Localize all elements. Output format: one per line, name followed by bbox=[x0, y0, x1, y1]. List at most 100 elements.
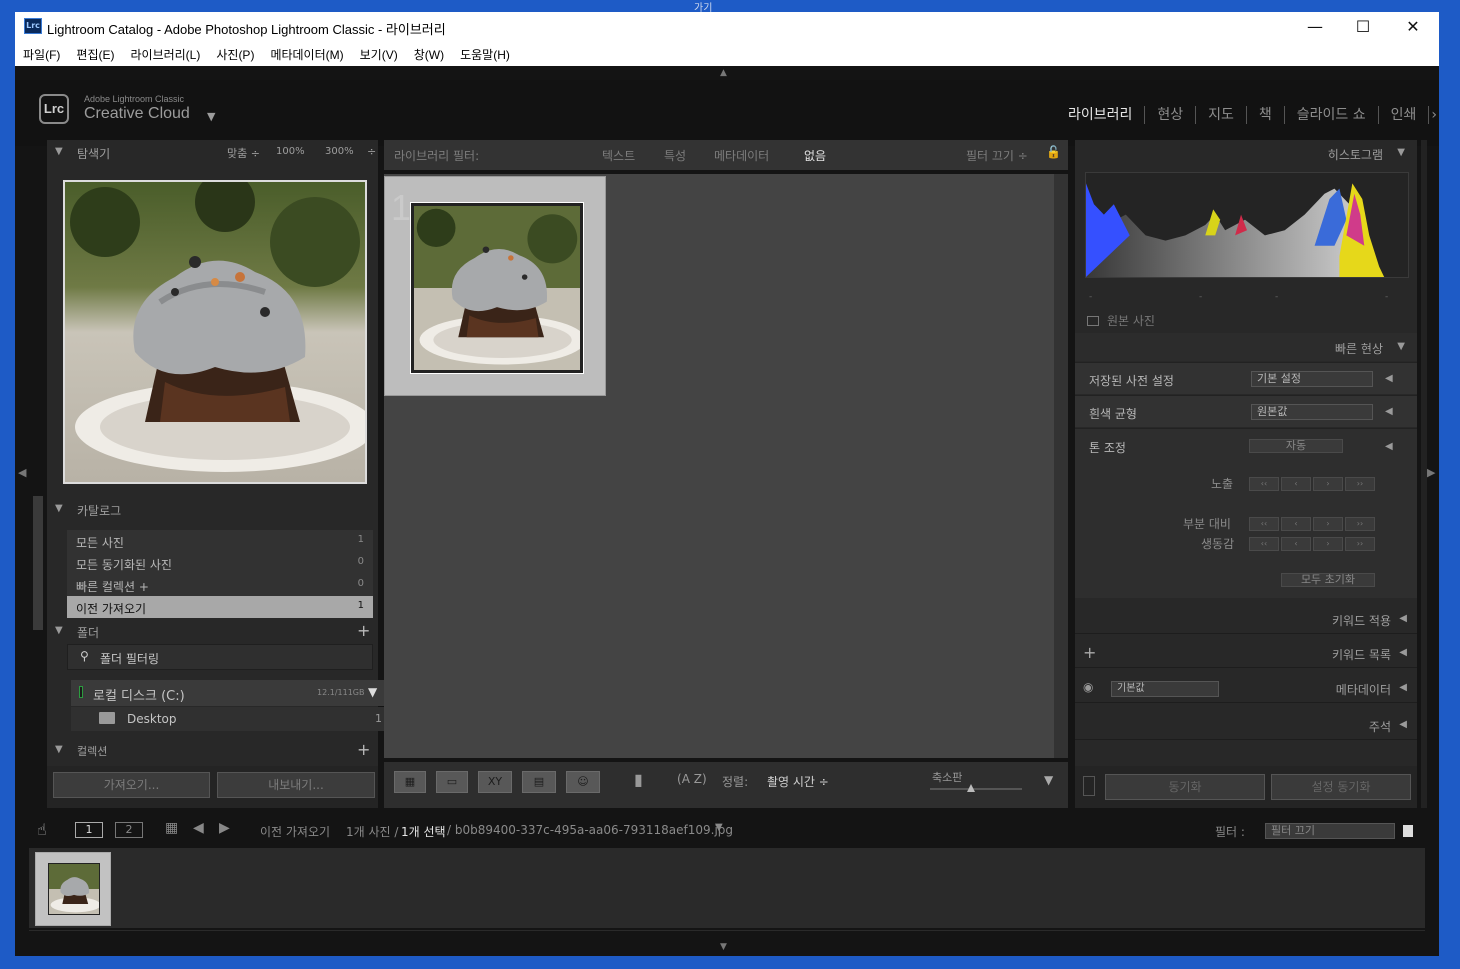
left-panel-toggle-icon[interactable]: ◀ bbox=[18, 466, 26, 479]
sort-select[interactable]: 촬영 시간 ÷ bbox=[767, 773, 829, 790]
toolbar-menu-icon[interactable]: ▼ bbox=[1044, 773, 1053, 787]
exposure-step-big-down[interactable]: ‹‹ bbox=[1249, 477, 1279, 491]
original-photo-checkbox[interactable] bbox=[1087, 316, 1099, 326]
bottom-panel-toggle-icon[interactable]: ▼ bbox=[720, 942, 727, 952]
grid-thumbnail-image[interactable] bbox=[410, 202, 584, 374]
add-keyword-button[interactable]: + bbox=[1083, 643, 1096, 662]
spray-can-icon[interactable]: ▮ bbox=[634, 770, 643, 789]
people-view-icon[interactable]: ☺ bbox=[566, 771, 600, 793]
clarity-step-big-up[interactable]: ›› bbox=[1345, 517, 1375, 531]
minimize-button[interactable]: — bbox=[1291, 12, 1339, 42]
export-button[interactable]: 내보내기... bbox=[217, 772, 375, 798]
filmstrip-cell[interactable] bbox=[35, 852, 111, 926]
vibrance-step-big-up[interactable]: ›› bbox=[1345, 537, 1375, 551]
module-print[interactable]: 인쇄 bbox=[1379, 106, 1430, 124]
close-button[interactable]: ✕ bbox=[1389, 12, 1437, 42]
volume-menu-icon[interactable]: ▼ bbox=[368, 685, 377, 699]
filter-lock-icon[interactable] bbox=[1403, 825, 1413, 837]
white-balance-select[interactable]: 원본값 bbox=[1251, 404, 1373, 420]
left-scrollbar[interactable] bbox=[33, 496, 43, 630]
add-folder-button[interactable]: + bbox=[357, 621, 370, 640]
catalog-header[interactable]: ▼ 카탈로그 bbox=[47, 498, 378, 522]
sync-button[interactable]: 동기화 bbox=[1105, 774, 1265, 800]
import-button[interactable]: 가져오기... bbox=[53, 772, 210, 798]
catalog-row-synced[interactable]: 모든 동기화된 사진 0 bbox=[67, 552, 373, 574]
exposure-step-up[interactable]: › bbox=[1313, 477, 1343, 491]
collapse-triangle-icon[interactable]: ▼ bbox=[55, 744, 63, 755]
filter-metadata-tab[interactable]: 메타데이터 bbox=[714, 147, 769, 164]
thumbnail-size-slider-handle[interactable] bbox=[967, 784, 975, 792]
filmstrip-thumbnail-image[interactable] bbox=[48, 863, 100, 915]
navigator-header[interactable]: ▼ 탐색기 맞춤 ÷ 100% 300% ÷ bbox=[47, 140, 378, 166]
expand-left-icon[interactable]: ◀ bbox=[1399, 719, 1407, 730]
filmstrip-filter-select[interactable]: 필터 끄기 bbox=[1265, 823, 1395, 839]
catalog-row-previous-import[interactable]: 이전 가져오기 1 bbox=[67, 596, 373, 618]
module-develop[interactable]: 현상 bbox=[1145, 106, 1197, 124]
grid-icon[interactable]: ▦ bbox=[165, 820, 178, 836]
sync-settings-button[interactable]: 설정 동기화 bbox=[1271, 774, 1411, 800]
navigator-zoom-stepper[interactable]: ÷ bbox=[367, 145, 376, 158]
module-slideshow[interactable]: 슬라이드 쇼 bbox=[1285, 106, 1379, 124]
auto-sync-toggle[interactable] bbox=[1083, 776, 1095, 796]
collections-header[interactable]: ▼ 컬렉션 + bbox=[47, 740, 378, 760]
vibrance-step-big-down[interactable]: ‹‹ bbox=[1249, 537, 1279, 551]
collapse-triangle-icon[interactable]: ▼ bbox=[55, 625, 63, 636]
menu-view[interactable]: 보기(V) bbox=[352, 42, 406, 63]
collapse-triangle-icon[interactable]: ▼ bbox=[55, 146, 63, 157]
eye-icon[interactable]: ◉ bbox=[1083, 680, 1093, 694]
secondary-window-button[interactable]: 2 bbox=[115, 822, 143, 838]
grid-scrollbar[interactable] bbox=[1054, 174, 1068, 758]
loupe-view-icon[interactable]: ▭ bbox=[436, 771, 468, 793]
collapse-triangle-icon[interactable]: ▼ bbox=[55, 503, 63, 514]
right-scrollbar[interactable] bbox=[1421, 140, 1427, 808]
menu-edit[interactable]: 편집(E) bbox=[68, 42, 122, 63]
right-panel-toggle-icon[interactable]: ▶ bbox=[1427, 466, 1435, 479]
menu-photo[interactable]: 사진(P) bbox=[208, 42, 262, 63]
compare-view-icon[interactable]: XY bbox=[478, 771, 512, 793]
expand-left-icon[interactable]: ◀ bbox=[1399, 613, 1407, 624]
exposure-step-down[interactable]: ‹ bbox=[1281, 477, 1311, 491]
filter-none-tab[interactable]: 없음 bbox=[804, 147, 826, 164]
maximize-button[interactable]: ☐ bbox=[1339, 12, 1387, 42]
thumbnail-size-slider[interactable] bbox=[930, 788, 1022, 790]
expand-left-icon[interactable]: ◀ bbox=[1399, 682, 1407, 693]
keyword-list-header[interactable]: + 키워드 목록 ◀ bbox=[1075, 640, 1417, 668]
filter-attribute-tab[interactable]: 특성 bbox=[664, 147, 686, 164]
keywording-header[interactable]: 키워드 적용 ◀ bbox=[1075, 606, 1417, 634]
filter-text-tab[interactable]: 텍스트 bbox=[602, 147, 635, 164]
expand-left-icon[interactable]: ◀ bbox=[1385, 441, 1393, 452]
navigator-zoom-300[interactable]: 300% bbox=[325, 146, 354, 157]
brand-dropdown-icon[interactable]: ▼ bbox=[207, 110, 215, 123]
add-collection-button[interactable]: + bbox=[357, 740, 370, 759]
back-arrow-icon[interactable]: ◀ bbox=[193, 820, 204, 836]
secondary-display-icon[interactable]: ☝ bbox=[37, 820, 47, 839]
menu-metadata[interactable]: 메타데이터(M) bbox=[262, 42, 351, 63]
folder-row-desktop[interactable]: Desktop 1 bbox=[71, 707, 384, 731]
grid-view-icon[interactable]: ▦ bbox=[394, 771, 426, 793]
collapse-triangle-icon[interactable]: ▼ bbox=[1397, 147, 1405, 158]
navigator-fit[interactable]: 맞춤 ÷ bbox=[227, 145, 260, 161]
top-panel-toggle-icon[interactable]: ▲ bbox=[720, 68, 727, 78]
folder-filter-input[interactable]: ⚲ 폴더 필터링 bbox=[67, 644, 373, 670]
expand-left-icon[interactable]: ◀ bbox=[1385, 406, 1393, 417]
collapse-triangle-icon[interactable]: ▼ bbox=[1397, 341, 1405, 352]
module-map[interactable]: 지도 bbox=[1196, 106, 1247, 124]
volume-row[interactable]: 로컬 디스크 (C:) 12.1/111GB ▼ bbox=[71, 680, 384, 706]
primary-window-button[interactable]: 1 bbox=[75, 822, 103, 838]
module-more-icon[interactable]: › bbox=[1429, 106, 1439, 124]
auto-tone-button[interactable]: 자동 bbox=[1249, 439, 1343, 453]
grid-cell[interactable]: 1 bbox=[384, 176, 606, 396]
saved-preset-select[interactable]: 기본 설정 bbox=[1251, 371, 1373, 387]
filmstrip-source[interactable]: 이전 가져오기 bbox=[260, 823, 330, 840]
brand-title[interactable]: Creative Cloud bbox=[84, 105, 190, 123]
survey-view-icon[interactable]: ▤ bbox=[522, 771, 556, 793]
comments-header[interactable]: 주석 ◀ bbox=[1075, 712, 1417, 740]
menu-window[interactable]: 창(W) bbox=[406, 42, 452, 63]
metadata-header[interactable]: ◉ 기본값 메타데이터 ◀ bbox=[1075, 675, 1417, 703]
folders-header[interactable]: ▼ 폴더 + bbox=[47, 620, 378, 644]
clarity-step-down[interactable]: ‹ bbox=[1281, 517, 1311, 531]
module-book[interactable]: 책 bbox=[1247, 106, 1285, 124]
filter-preset-select[interactable]: 필터 끄기 ÷ bbox=[966, 147, 1028, 164]
lock-icon[interactable]: 🔓 bbox=[1046, 145, 1061, 159]
module-library[interactable]: 라이브러리 bbox=[1056, 106, 1146, 124]
